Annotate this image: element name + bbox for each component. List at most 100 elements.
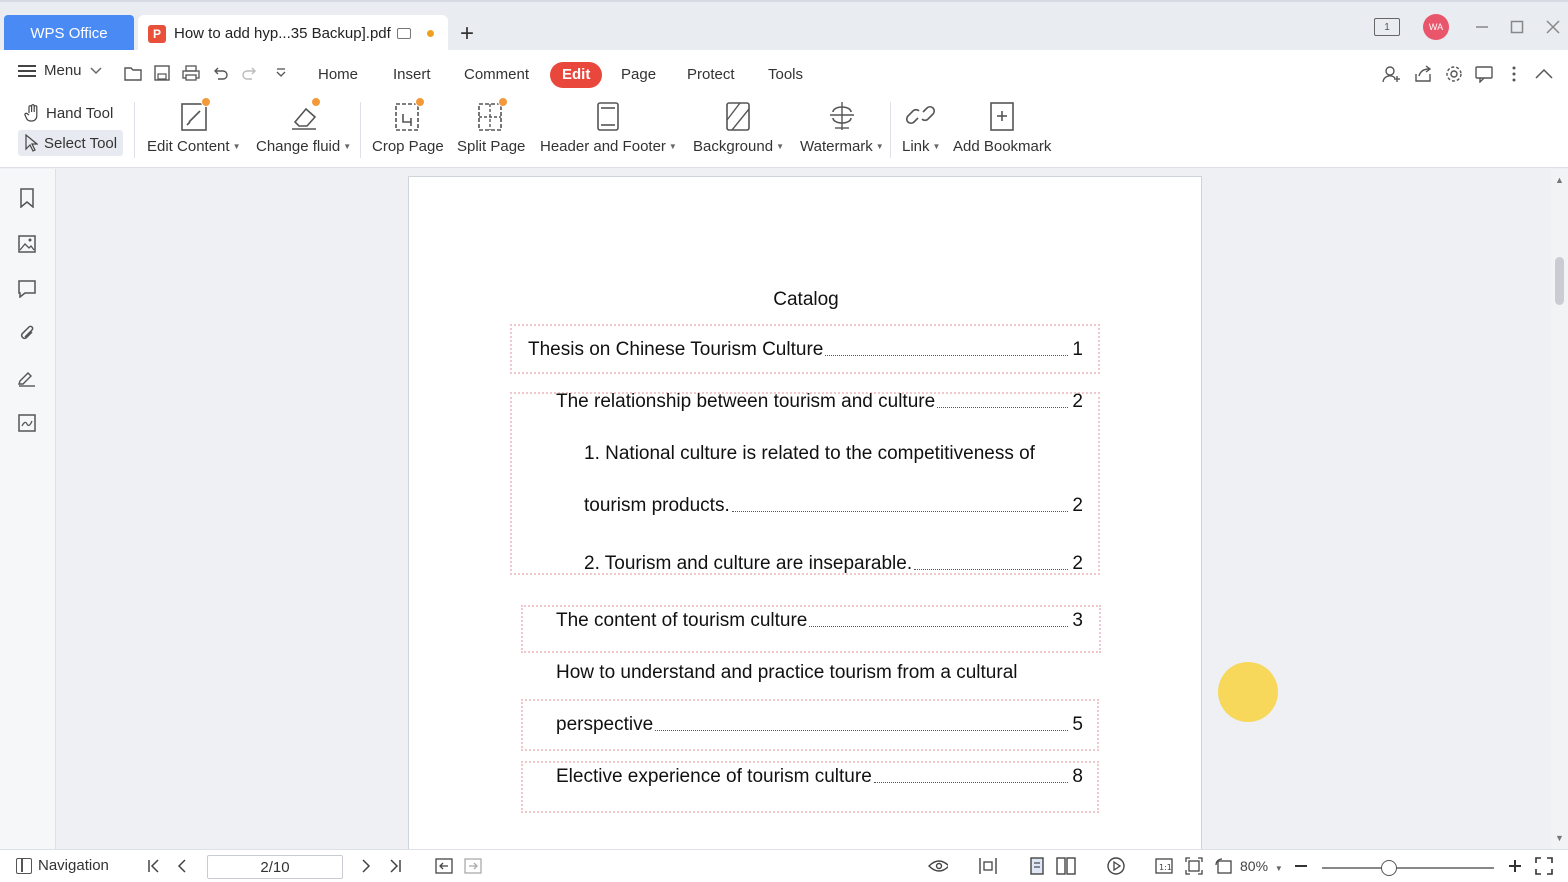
collapse-ribbon-icon[interactable] <box>1534 64 1554 84</box>
add-bookmark-button[interactable]: Add Bookmark <box>953 100 1051 162</box>
forward-view-icon[interactable] <box>463 856 483 876</box>
comment-panel-icon[interactable] <box>1474 64 1494 84</box>
watermark-button[interactable]: Watermark ▼ <box>800 100 884 162</box>
background-button[interactable]: Background ▼ <box>693 100 784 162</box>
redo-icon[interactable] <box>241 64 259 82</box>
main-menu-button[interactable]: Menu <box>18 62 102 79</box>
header-footer-button[interactable]: Header and Footer ▼ <box>540 100 677 162</box>
maximize-button[interactable] <box>1507 14 1527 40</box>
bookmark-icon[interactable] <box>16 187 38 209</box>
scroll-down-icon[interactable]: ▼ <box>1555 833 1564 843</box>
document-canvas[interactable]: Catalog Thesis on Chinese Tourism Cultur… <box>57 169 1551 849</box>
vertical-scrollbar[interactable]: ▲ ▼ <box>1551 169 1568 849</box>
wps-office-label: WPS Office <box>30 25 108 42</box>
undo-icon[interactable] <box>211 64 229 82</box>
minimize-button[interactable] <box>1472 14 1492 40</box>
more-options-icon[interactable] <box>1504 64 1524 84</box>
toc-entry[interactable]: perspective 5 <box>556 714 1083 736</box>
navigation-panel-icon <box>16 857 32 874</box>
settings-gear-icon[interactable] <box>1444 64 1464 84</box>
tab-comment[interactable]: Comment <box>464 62 529 88</box>
zoom-slider-track[interactable] <box>1322 867 1494 869</box>
new-tab-button[interactable]: + <box>460 20 474 48</box>
two-page-icon[interactable] <box>1056 856 1076 876</box>
edit-content-button[interactable]: Edit Content ▼ <box>147 97 240 162</box>
select-tool-button[interactable]: Select Tool <box>18 130 124 156</box>
crop-page-button[interactable]: Crop Page <box>372 97 444 162</box>
actual-size-icon[interactable]: 1:1 <box>1154 856 1174 876</box>
window-layout-icon[interactable]: 1 <box>1374 18 1400 36</box>
tab-insert[interactable]: Insert <box>393 62 431 88</box>
last-page-icon[interactable] <box>385 856 405 876</box>
next-page-icon[interactable] <box>356 856 376 876</box>
save-icon[interactable] <box>153 64 171 82</box>
ribbon-separator <box>890 102 891 158</box>
dropdown-caret-icon: ▼ <box>668 142 677 151</box>
collaborate-icon[interactable] <box>1381 64 1401 84</box>
toc-entry[interactable]: 1. National culture is related to the co… <box>584 443 1035 465</box>
open-folder-icon[interactable] <box>124 64 142 82</box>
document-tab[interactable]: P How to add hyp...35 Backup].pdf <box>138 15 448 52</box>
attachment-icon[interactable] <box>16 322 38 344</box>
tab-tools[interactable]: Tools <box>768 62 803 88</box>
navigation-toggle[interactable]: Navigation <box>16 857 109 874</box>
toc-entry[interactable]: 2. Tourism and culture are inseparable. 2 <box>584 553 1083 575</box>
dropdown-caret-icon: ▼ <box>343 142 352 151</box>
signature-icon[interactable] <box>16 367 38 389</box>
fit-page-icon[interactable] <box>1184 856 1204 876</box>
split-page-icon <box>476 97 509 132</box>
link-area-box[interactable] <box>510 392 1100 575</box>
user-avatar[interactable]: WA <box>1423 14 1449 40</box>
rotate-page-icon[interactable] <box>1214 856 1234 876</box>
eye-protection-icon[interactable] <box>928 856 948 876</box>
tab-protect[interactable]: Protect <box>687 62 735 88</box>
toc-entry[interactable]: tourism products. 2 <box>584 495 1083 517</box>
header-footer-icon <box>593 100 623 132</box>
hand-tool-button[interactable]: Hand Tool <box>18 100 119 126</box>
toc-entry[interactable]: The relationship between tourism and cul… <box>556 391 1083 413</box>
zoom-in-icon[interactable] <box>1505 856 1525 876</box>
single-page-icon[interactable] <box>1027 856 1047 876</box>
toc-entry[interactable]: Elective experience of tourism culture 8 <box>556 766 1083 788</box>
pdf-page[interactable]: Catalog Thesis on Chinese Tourism Cultur… <box>408 176 1202 849</box>
scroll-up-icon[interactable]: ▲ <box>1555 175 1564 185</box>
scrollbar-thumb[interactable] <box>1555 257 1564 305</box>
pointer-arrow-icon <box>25 134 38 152</box>
zoom-slider-handle[interactable] <box>1381 860 1397 876</box>
back-view-icon[interactable] <box>434 856 454 876</box>
comment-icon[interactable] <box>16 278 38 300</box>
svg-text:1:1: 1:1 <box>1159 863 1172 872</box>
watermark-icon <box>827 100 857 132</box>
toc-entry[interactable]: Thesis on Chinese Tourism Culture 1 <box>528 339 1083 361</box>
zoom-level-dropdown[interactable]: 80% ▼ <box>1240 858 1283 874</box>
close-window-button[interactable] <box>1543 14 1563 40</box>
previous-page-icon[interactable] <box>172 856 192 876</box>
sign-document-icon[interactable] <box>16 412 38 434</box>
tab-home[interactable]: Home <box>318 62 358 88</box>
first-page-icon[interactable] <box>144 856 164 876</box>
dropdown-caret-icon: ▼ <box>776 142 784 151</box>
zoom-out-icon[interactable] <box>1291 856 1311 876</box>
dropdown-caret-icon: ▼ <box>875 142 884 151</box>
page-number-input[interactable] <box>207 855 343 879</box>
eraser-icon <box>289 97 321 132</box>
fullscreen-icon[interactable] <box>1534 856 1554 876</box>
catalog-heading: Catalog <box>773 289 839 310</box>
toc-entry[interactable]: The content of tourism culture 3 <box>556 610 1083 632</box>
fit-width-icon[interactable] <box>978 856 998 876</box>
hand-icon <box>24 104 38 122</box>
play-slideshow-icon[interactable] <box>1106 856 1126 876</box>
print-icon[interactable] <box>182 64 200 82</box>
tab-edit[interactable]: Edit <box>550 62 603 88</box>
monitor-icon <box>396 28 411 39</box>
wps-office-tab[interactable]: WPS Office <box>4 15 134 52</box>
split-page-button[interactable]: Split Page <box>457 97 525 162</box>
title-bar: WPS Office P How to add hyp...35 Backup]… <box>0 0 1568 52</box>
share-icon[interactable] <box>1413 64 1433 84</box>
toc-entry[interactable]: How to understand and practice tourism f… <box>556 662 1018 684</box>
link-button[interactable]: Link ▼ <box>902 100 940 162</box>
thumbnail-image-icon[interactable] <box>16 233 38 255</box>
change-fluid-button[interactable]: Change fluid ▼ <box>256 97 352 162</box>
tab-page[interactable]: Page <box>621 62 656 88</box>
customize-toolbar-icon[interactable] <box>272 64 290 82</box>
